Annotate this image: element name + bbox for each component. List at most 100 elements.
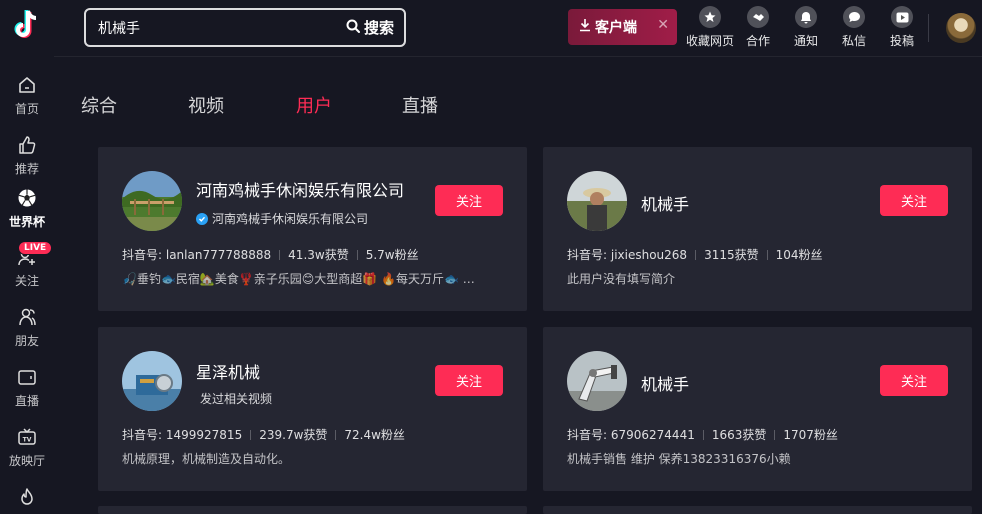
header-action-label: 私信 — [842, 34, 867, 48]
user-result-card[interactable]: 河南鸡械手休闲娱乐有限公司 河南鸡械手休闲娱乐有限公司 关注 抖音号: lanl… — [98, 147, 527, 311]
user-stats: 抖音号: jixieshou268 3115获赞 104粉丝 — [567, 246, 823, 263]
likes-count: 1663获赞 — [711, 428, 767, 442]
bell-icon — [795, 6, 817, 28]
sidebar-item-label: 首页 — [14, 102, 39, 116]
user-result-card[interactable]: 机械手 关注 抖音号: 67906274441 1663获赞 1707粉丝 机械… — [543, 327, 972, 491]
follow-button[interactable]: 关注 — [880, 365, 948, 396]
handshake-icon — [747, 6, 769, 28]
upload-video-icon — [891, 6, 913, 28]
user-subtitle: 发过相关视频 — [200, 390, 272, 407]
follow-button[interactable]: 关注 — [435, 185, 503, 216]
bookmark-page-button[interactable]: 收藏网页 — [686, 6, 734, 49]
user-name[interactable]: 星泽机械 — [196, 359, 260, 383]
stat-divider — [702, 429, 704, 440]
soccer-ball-icon — [15, 186, 39, 210]
follow-button[interactable]: 关注 — [435, 365, 503, 396]
fans-count: 72.4w粉丝 — [344, 428, 405, 442]
live-badge: LIVE — [18, 241, 53, 255]
user-bio: 机械原理，机械制造及自动化。 — [122, 452, 291, 466]
star-icon — [699, 6, 721, 28]
private-message-button[interactable]: 私信 — [842, 6, 866, 49]
user-result-card[interactable]: 星泽机械 发过相关视频 关注 抖音号: 1499927815 239.7w获赞 … — [98, 327, 527, 491]
sidebar-item-worldcup[interactable]: 世界杯 — [0, 186, 54, 238]
likes-count: 41.3w获赞 — [288, 248, 349, 262]
friends-icon — [15, 305, 39, 329]
thumbs-up-icon — [15, 133, 39, 157]
user-result-card-partial[interactable] — [543, 506, 972, 514]
douyin-id: 抖音号: lanlan777788888 — [122, 248, 272, 262]
follow-button[interactable]: 关注 — [880, 185, 948, 216]
fans-count: 104粉丝 — [775, 248, 823, 262]
search-box: 搜索 — [84, 8, 406, 47]
douyin-id: 抖音号: 67906274441 — [567, 428, 695, 442]
user-bio: 此用户没有填写简介 — [567, 272, 676, 286]
home-icon — [15, 73, 39, 97]
user-verified-info: 河南鸡械手休闲娱乐有限公司 — [196, 210, 368, 227]
sidebar-item-cinema[interactable]: TV 放映厅 — [0, 425, 54, 477]
notification-button[interactable]: 通知 — [794, 6, 818, 49]
close-icon[interactable]: ✕ — [657, 17, 669, 33]
client-download-button[interactable]: 客户端 ✕ — [568, 9, 677, 45]
header-action-label: 投稿 — [890, 34, 915, 48]
user-stats: 抖音号: 67906274441 1663获赞 1707粉丝 — [567, 426, 838, 443]
user-avatar[interactable] — [946, 13, 976, 43]
douyin-id: 抖音号: 1499927815 — [122, 428, 243, 442]
verified-icon — [196, 212, 208, 225]
avatar[interactable] — [567, 171, 627, 231]
search-button[interactable]: 搜索 — [346, 17, 404, 38]
sidebar-item-home[interactable]: 首页 — [0, 73, 54, 125]
stat-divider — [695, 249, 697, 260]
douyin-logo-icon[interactable] — [0, 8, 54, 46]
user-name[interactable]: 机械手 — [641, 191, 689, 215]
user-stats: 抖音号: lanlan777788888 41.3w获赞 5.7w粉丝 — [122, 246, 419, 263]
avatar[interactable] — [567, 351, 627, 411]
user-result-card-partial[interactable] — [98, 506, 527, 514]
cooperation-button[interactable]: 合作 — [746, 6, 770, 49]
sidebar-item-follow[interactable]: LIVE 关注 — [0, 241, 54, 297]
avatar[interactable] — [122, 171, 182, 231]
search-button-label: 搜索 — [363, 19, 394, 37]
header-action-label: 合作 — [746, 34, 771, 48]
message-icon — [843, 6, 865, 28]
header-action-label: 通知 — [794, 34, 819, 48]
user-stats: 抖音号: 1499927815 239.7w获赞 72.4w粉丝 — [122, 426, 405, 443]
sidebar-item-recommend[interactable]: 推荐 — [0, 133, 54, 185]
download-icon — [579, 18, 591, 36]
sidebar-item-hot[interactable] — [0, 485, 54, 514]
top-header: 搜索 客户端 ✕ 收藏网页 合作 通知 私信 — [54, 0, 982, 57]
user-result-card[interactable]: 机械手 关注 抖音号: jixieshou268 3115获赞 104粉丝 此用… — [543, 147, 972, 311]
sidebar-item-label: 世界杯 — [8, 215, 45, 229]
client-button-label: 客户端 — [595, 20, 637, 36]
upload-button[interactable]: 投稿 — [890, 6, 914, 49]
sidebar-item-label: 推荐 — [14, 162, 39, 176]
sidebar: 首页 推荐 世界杯 LIVE 关注 朋友 直播 TV 放映厅 — [0, 0, 54, 514]
live-tv-icon — [15, 365, 39, 389]
tab-videos[interactable]: 视频 — [188, 92, 224, 118]
sidebar-item-friends[interactable]: 朋友 — [0, 305, 54, 357]
tab-live[interactable]: 直播 — [402, 92, 438, 118]
related-video-note: 发过相关视频 — [200, 392, 273, 406]
sidebar-item-live[interactable]: 直播 — [0, 365, 54, 417]
header-divider — [928, 14, 929, 42]
sidebar-item-label: 直播 — [14, 394, 39, 408]
sidebar-item-label: 朋友 — [14, 334, 39, 348]
stat-divider — [279, 249, 281, 260]
avatar[interactable] — [122, 351, 182, 411]
likes-count: 239.7w获赞 — [259, 428, 328, 442]
likes-count: 3115获赞 — [704, 248, 759, 262]
header-action-label: 收藏网页 — [686, 34, 735, 48]
douyin-id: 抖音号: jixieshou268 — [567, 248, 688, 262]
user-bio: 机械手销售 维护 保养13823316376小赖 — [567, 452, 791, 466]
stat-divider — [335, 429, 337, 440]
stat-divider — [250, 429, 252, 440]
user-name[interactable]: 机械手 — [641, 371, 689, 395]
search-input[interactable] — [86, 19, 346, 36]
fire-icon — [15, 485, 39, 509]
user-name[interactable]: 河南鸡械手休闲娱乐有限公司 — [196, 177, 404, 201]
tab-users[interactable]: 用户 — [296, 92, 332, 118]
svg-text:TV: TV — [23, 437, 32, 444]
tab-comprehensive[interactable]: 综合 — [81, 92, 117, 118]
stat-divider — [356, 249, 358, 260]
fans-count: 1707粉丝 — [783, 428, 838, 442]
user-bio: 🎣垂钓🐟民宿🏡美食🦞亲子乐园😊大型商超🎁 🔥每天万斤🐟 … — [122, 272, 475, 286]
